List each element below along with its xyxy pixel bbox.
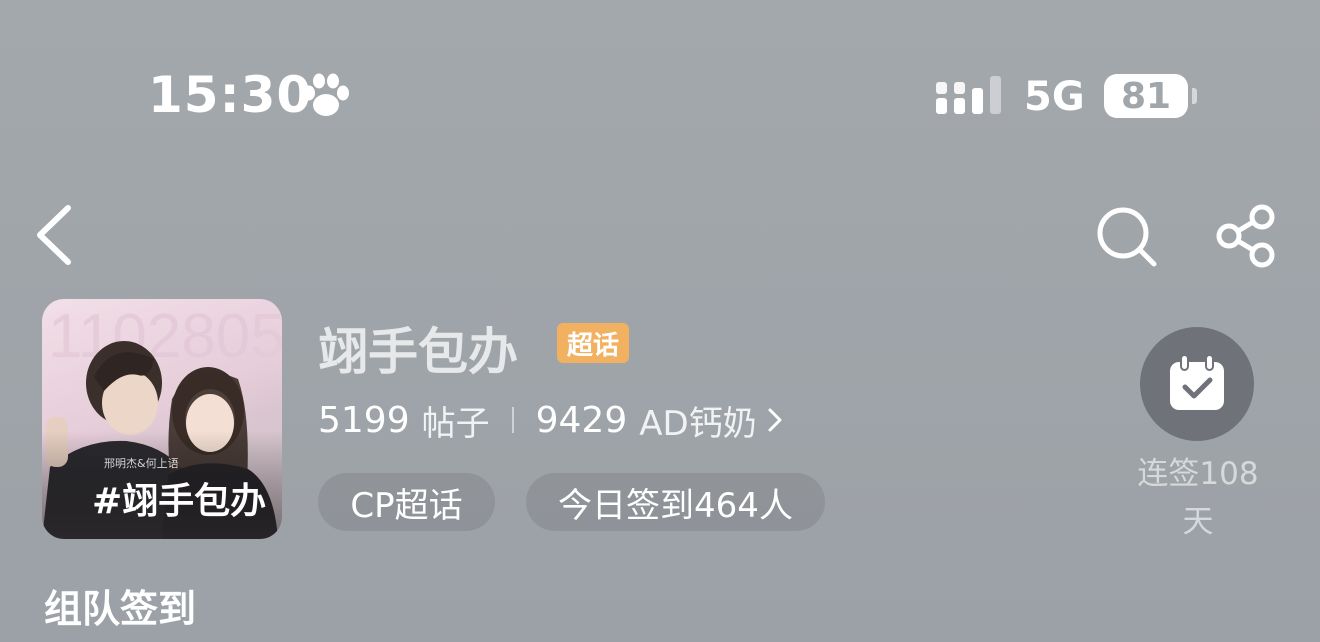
calendar-check-icon <box>1170 354 1224 410</box>
status-bar: 15:30 5G 81 <box>0 0 1320 190</box>
posts-label: 帖子 <box>421 403 490 444</box>
search-icon[interactable] <box>1094 204 1158 268</box>
super-topic-badge-label: 超话 <box>567 330 620 361</box>
checkin-streak-label: 连签108天 <box>1137 456 1259 540</box>
cover-artwork: 110280523 邢明杰&何上语 #翊手包办 <box>42 299 282 539</box>
topic-stats[interactable]: 5199 帖子 9429 AD钙奶 <box>318 396 785 444</box>
battery-indicator: 81 <box>1104 74 1188 118</box>
signal-icon <box>936 76 1001 114</box>
stats-divider <box>511 407 514 433</box>
chevron-left-icon[interactable] <box>34 204 74 266</box>
chevron-right-icon <box>768 408 782 432</box>
tag-cp-supertopic[interactable]: CP超话 <box>318 473 495 531</box>
share-icon[interactable] <box>1214 204 1278 268</box>
checkin-button[interactable] <box>1140 327 1254 441</box>
battery-level: 81 <box>1120 75 1172 117</box>
fans-label: AD钙奶 <box>639 403 757 444</box>
topic-cover-image[interactable]: 110280523 邢明杰&何上语 #翊手包办 <box>42 299 282 539</box>
network-type: 5G <box>1024 74 1085 120</box>
cover-hashtag: #翊手包办 <box>92 481 266 522</box>
fans-count: 9429 <box>535 399 628 441</box>
team-checkin-heading: 组队签到 <box>44 587 197 631</box>
posts-count: 5199 <box>318 399 410 441</box>
battery-tip <box>1192 88 1197 104</box>
super-topic-badge: 超话 <box>557 323 630 363</box>
paw-icon <box>303 73 349 116</box>
tag-today-checkins[interactable]: 今日签到464人 <box>526 473 825 531</box>
cover-caption: 邢明杰&何上语 <box>104 457 179 470</box>
status-time: 15:30 <box>148 66 313 124</box>
topic-title: 翊手包办 <box>318 323 518 381</box>
